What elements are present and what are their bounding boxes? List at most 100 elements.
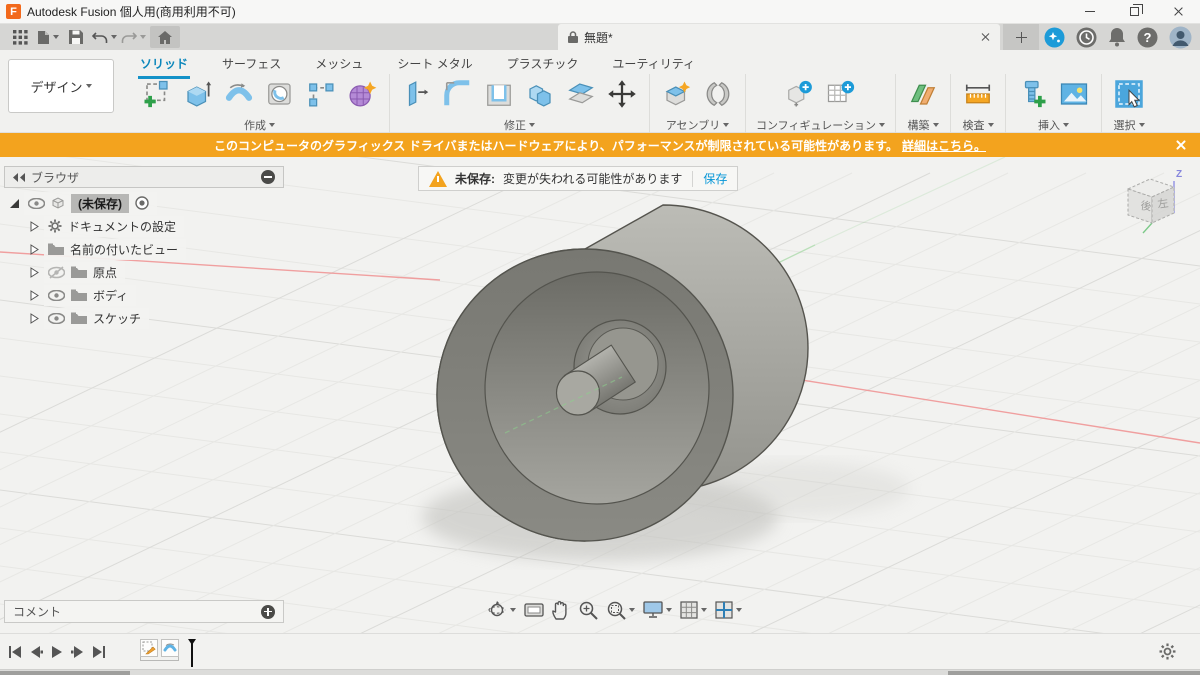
offset-face-icon[interactable]	[564, 77, 598, 111]
expanded-arrow-icon[interactable]	[10, 198, 19, 208]
expand-arrow-icon[interactable]	[30, 312, 39, 324]
hole-icon[interactable]	[263, 77, 297, 111]
group-label-modify[interactable]: 修正	[504, 117, 535, 133]
apps-grid-icon[interactable]	[8, 26, 32, 48]
close-tab-icon[interactable]	[980, 32, 990, 42]
pan-button[interactable]	[552, 600, 570, 620]
go-to-end-button[interactable]	[92, 645, 106, 659]
group-label-assemble[interactable]: アセンブリ	[666, 117, 730, 133]
new-component-icon[interactable]	[660, 77, 694, 111]
browser-item-document-settings[interactable]: ドキュメントの設定	[4, 215, 284, 237]
banner-close-icon[interactable]	[1175, 139, 1186, 150]
shaft-end-face[interactable]	[555, 370, 601, 416]
orbit-button[interactable]	[487, 600, 516, 620]
browser-header[interactable]: ブラウザ	[4, 166, 284, 188]
undo-button[interactable]	[92, 26, 117, 48]
fillet-icon[interactable]	[441, 77, 475, 111]
visibility-eye-icon[interactable]	[48, 312, 65, 324]
grid-display-button[interactable]	[680, 601, 707, 619]
file-menu-button[interactable]	[36, 26, 60, 48]
extrude-icon[interactable]	[181, 77, 215, 111]
browser-root-row[interactable]: (未保存)	[4, 191, 284, 215]
expand-arrow-icon[interactable]	[30, 289, 39, 301]
group-label-configuration[interactable]: コンフィギュレーション	[756, 117, 886, 133]
add-comment-icon[interactable]	[261, 604, 275, 619]
scrollbar-right-segment[interactable]	[948, 671, 1200, 675]
workspace-label: デザイン	[30, 79, 83, 95]
new-tab-button[interactable]	[1003, 24, 1039, 50]
select-icon[interactable]	[1112, 77, 1146, 111]
comment-bar[interactable]: コメント	[4, 600, 284, 623]
browser-panel: ブラウザ (未保存) ドキュメントの設定 名前の付いたビュー 原点 ボディ スケ…	[4, 166, 284, 330]
viewports-button[interactable]	[715, 601, 742, 619]
group-label-construct[interactable]: 構築	[908, 117, 939, 133]
insert-canvas-icon[interactable]	[1057, 77, 1091, 111]
notifications-icon[interactable]	[1108, 27, 1126, 47]
group-label-select[interactable]: 選択	[1114, 117, 1145, 133]
profile-avatar[interactable]	[1169, 26, 1192, 49]
save-button[interactable]	[64, 26, 88, 48]
go-to-start-button[interactable]	[8, 645, 22, 659]
redo-button[interactable]	[121, 26, 146, 48]
restore-button[interactable]	[1112, 0, 1156, 24]
minimize-button[interactable]	[1068, 0, 1112, 24]
activate-component-radio-icon[interactable]	[135, 196, 149, 210]
workspace-selector[interactable]: デザイン	[8, 59, 114, 113]
close-button[interactable]	[1156, 0, 1200, 24]
display-settings-button[interactable]	[643, 601, 672, 619]
save-link[interactable]: 保存	[703, 170, 727, 187]
banner-details-link[interactable]: 詳細はこちら。	[902, 137, 986, 154]
viewport-canvas[interactable]: ブラウザ (未保存) ドキュメントの設定 名前の付いたビュー 原点 ボディ スケ…	[0, 157, 1200, 633]
joint-icon[interactable]	[701, 77, 735, 111]
zoom-window-button[interactable]	[606, 600, 635, 620]
sketch-feature-icon[interactable]	[140, 639, 158, 657]
browser-item-sketches[interactable]: スケッチ	[4, 307, 284, 329]
look-at-button[interactable]	[524, 602, 544, 618]
scrollbar-left-segment[interactable]	[0, 671, 130, 675]
step-back-button[interactable]	[29, 645, 43, 659]
group-label-create[interactable]: 作成	[244, 117, 275, 133]
visibility-eye-icon[interactable]	[28, 197, 45, 209]
revolve-feature-icon[interactable]	[161, 639, 179, 657]
step-forward-button[interactable]	[71, 645, 85, 659]
visibility-off-eye-icon[interactable]	[48, 265, 65, 279]
group-label-insert[interactable]: 挿入	[1038, 117, 1070, 133]
job-status-icon[interactable]	[1076, 27, 1097, 48]
root-document-label[interactable]: (未保存)	[71, 193, 129, 213]
expand-arrow-icon[interactable]	[30, 266, 39, 278]
visibility-eye-icon[interactable]	[48, 289, 65, 301]
construct-plane-icon[interactable]	[906, 77, 940, 111]
configuration-table-icon[interactable]	[824, 77, 858, 111]
create-sketch-icon[interactable]	[140, 77, 174, 111]
timeline-settings-gear-icon[interactable]	[1159, 643, 1176, 660]
create-form-icon[interactable]	[345, 77, 379, 111]
group-select: 選択	[1102, 74, 1156, 133]
expand-arrow-icon[interactable]	[30, 220, 39, 232]
help-icon[interactable]: ?	[1137, 27, 1158, 48]
home-button[interactable]	[150, 26, 180, 48]
browser-item-origin[interactable]: 原点	[4, 261, 284, 283]
browser-item-named-views[interactable]: 名前の付いたビュー	[4, 238, 284, 260]
warning-banner: このコンピュータのグラフィックス ドライバまたはハードウェアにより、パフォーマン…	[0, 133, 1200, 157]
extensions-icon[interactable]	[1044, 27, 1065, 48]
view-cube[interactable]: Z 後 左	[1116, 167, 1188, 249]
document-tab[interactable]: 無題*	[558, 24, 1000, 50]
group-label-inspect[interactable]: 検査	[963, 117, 994, 133]
collapse-panel-icon[interactable]	[13, 172, 25, 182]
insert-fastener-icon[interactable]	[1016, 77, 1050, 111]
combine-icon[interactable]	[523, 77, 557, 111]
browser-collapse-icon[interactable]	[261, 170, 275, 184]
pattern-icon[interactable]	[304, 77, 338, 111]
configuration-icon[interactable]	[783, 77, 817, 111]
move-icon[interactable]	[605, 77, 639, 111]
browser-item-bodies[interactable]: ボディ	[4, 284, 284, 306]
revolve-icon[interactable]	[222, 77, 256, 111]
zoom-button[interactable]	[578, 600, 598, 620]
press-pull-icon[interactable]	[400, 77, 434, 111]
timeline-scrollbar[interactable]	[0, 669, 1200, 675]
expand-arrow-icon[interactable]	[30, 243, 39, 255]
shell-icon[interactable]	[482, 77, 516, 111]
timeline-position-marker[interactable]	[187, 639, 197, 667]
play-button[interactable]	[50, 645, 64, 659]
measure-icon[interactable]	[961, 77, 995, 111]
